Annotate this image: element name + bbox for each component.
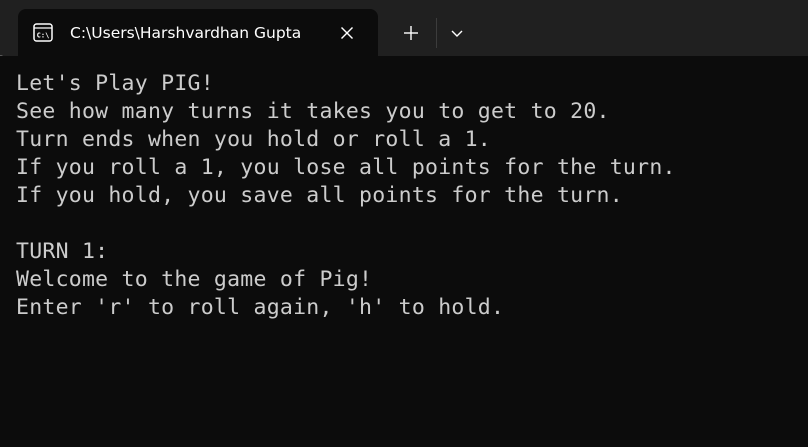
terminal-window: C:\ C:\Users\Harshvardhan Gupta Let's Pl… bbox=[0, 0, 808, 447]
output-line: Enter 'r' to roll again, 'h' to hold. bbox=[16, 295, 505, 320]
output-line: TURN 1: bbox=[16, 239, 109, 264]
svg-text:C:\: C:\ bbox=[37, 32, 50, 40]
output-line: Let's Play PIG! bbox=[16, 71, 214, 96]
chevron-down-icon[interactable] bbox=[446, 22, 468, 44]
plus-icon[interactable] bbox=[398, 21, 424, 45]
output-line: If you hold, you save all points for the… bbox=[16, 183, 623, 208]
terminal-output[interactable]: Let's Play PIG! See how many turns it ta… bbox=[0, 56, 808, 447]
terminal-icon: C:\ bbox=[33, 23, 53, 42]
close-icon[interactable] bbox=[336, 22, 358, 44]
terminal-tab[interactable]: C:\ C:\Users\Harshvardhan Gupta bbox=[18, 9, 378, 56]
output-line: See how many turns it takes you to get t… bbox=[16, 99, 610, 124]
output-line: Welcome to the game of Pig! bbox=[16, 267, 373, 292]
output-line: Turn ends when you hold or roll a 1. bbox=[16, 127, 491, 152]
output-line: If you roll a 1, you lose all points for… bbox=[16, 155, 676, 180]
title-bar: C:\ C:\Users\Harshvardhan Gupta bbox=[0, 0, 808, 56]
tab-title: C:\Users\Harshvardhan Gupta bbox=[70, 24, 302, 42]
toolbar-divider bbox=[436, 18, 437, 48]
